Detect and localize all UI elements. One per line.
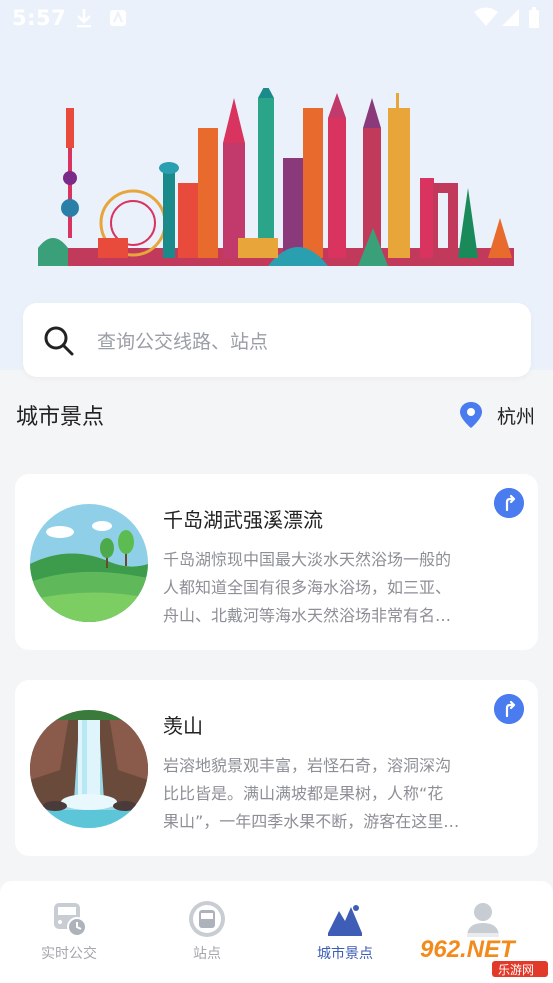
search-icon	[44, 326, 74, 356]
attraction-description: 岩溶地貌景观丰富，岩怪石奇，溶洞深沟 比比皆是。满山满坡都是果树，人称“花 果山…	[163, 756, 460, 831]
wifi-icon	[474, 7, 498, 26]
city-selector[interactable]: 杭州	[497, 402, 535, 429]
tab-realtime-bus[interactable]: 实时公交	[0, 881, 138, 983]
section-header: 城市景点 杭州	[0, 385, 553, 445]
attraction-description: 千岛湖惊现中国最大淡水天然浴场一般的 人都知道全国有很多海水浴场，如三亚、 舟山…	[163, 550, 452, 625]
tab-stations[interactable]: 站点	[138, 881, 276, 983]
attraction-thumbnail	[30, 504, 148, 622]
bus-stop-icon	[189, 901, 225, 937]
status-bar: 5:57	[0, 0, 553, 38]
navigate-icon[interactable]	[494, 694, 524, 724]
svg-text:962.NET: 962.NET	[420, 936, 517, 963]
attraction-card[interactable]: 羡山 岩溶地貌景观丰富，岩怪石奇，溶洞深沟 比比皆是。满山满坡都是果树，人称“花…	[15, 680, 538, 856]
city-skyline-illustration	[38, 88, 514, 266]
status-time: 5:57	[12, 6, 67, 30]
bus-clock-icon	[54, 903, 87, 937]
search-bar[interactable]: 查询公交线路、站点	[23, 303, 531, 377]
navigate-icon[interactable]	[494, 488, 524, 518]
attraction-thumbnail	[30, 710, 148, 828]
hero-banner: 查询公交线路、站点	[0, 38, 553, 377]
location-pin-icon[interactable]	[458, 401, 484, 429]
attraction-title: 千岛湖武强溪漂流	[163, 508, 323, 532]
battery-icon	[529, 7, 539, 28]
signal-icon	[502, 9, 519, 26]
section-title: 城市景点	[16, 405, 105, 430]
download-icon	[77, 9, 91, 28]
app-store-icon	[110, 10, 126, 26]
search-placeholder: 查询公交线路、站点	[97, 331, 269, 353]
attraction-title: 羡山	[163, 714, 203, 738]
tab-label: 实时公交	[41, 946, 97, 962]
watermark-logo: 962.NET 乐游网	[414, 933, 550, 977]
attraction-card[interactable]: 千岛湖武强溪漂流 千岛湖惊现中国最大淡水天然浴场一般的 人都知道全国有很多海水浴…	[15, 474, 538, 650]
tab-city-attractions[interactable]: 城市景点	[276, 881, 414, 983]
mountain-icon	[328, 905, 362, 936]
svg-text:乐游网: 乐游网	[498, 963, 534, 977]
tab-label: 城市景点	[317, 946, 373, 962]
tab-label: 站点	[193, 946, 221, 962]
